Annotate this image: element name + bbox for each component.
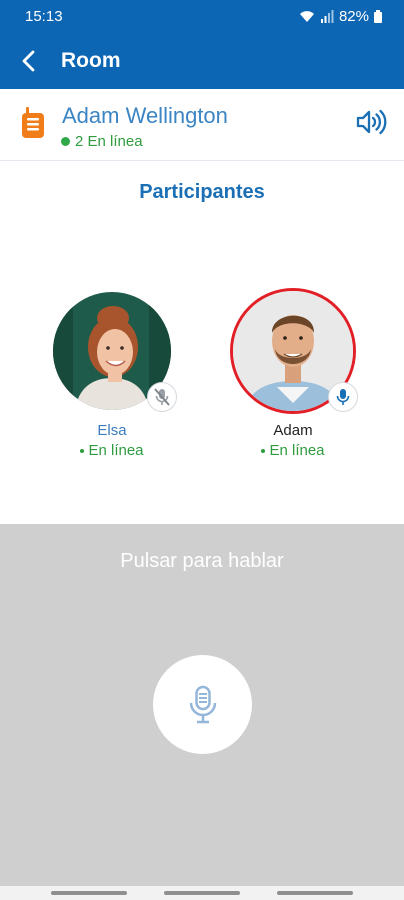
push-to-talk-button[interactable] xyxy=(153,655,252,754)
nav-recents-button[interactable] xyxy=(51,891,127,895)
wifi-icon xyxy=(299,11,314,22)
online-count: 2 En línea xyxy=(61,133,143,150)
page-title: Room xyxy=(61,49,121,72)
back-button[interactable] xyxy=(12,45,44,77)
walkie-talkie-icon xyxy=(22,107,44,138)
participant-status-label: En línea xyxy=(88,442,144,459)
participant-status: En línea xyxy=(223,442,363,459)
battery-icon xyxy=(374,10,382,23)
online-dot-icon xyxy=(61,137,70,146)
channel-header: Adam Wellington 2 En línea xyxy=(0,89,404,161)
speaker-volume-icon xyxy=(356,109,387,135)
mic-muted-badge xyxy=(147,382,177,412)
back-arrow-icon xyxy=(22,50,35,72)
nav-back-button[interactable] xyxy=(277,891,353,895)
status-dot-icon xyxy=(80,449,85,454)
status-bar: 15:13 82% xyxy=(0,0,404,33)
status-icons: 82% xyxy=(299,8,382,25)
push-to-talk-label: Pulsar para hablar xyxy=(120,550,284,572)
mic-icon xyxy=(336,389,350,405)
push-to-talk-panel: Pulsar para hablar xyxy=(0,524,404,886)
nav-home-button[interactable] xyxy=(164,891,240,895)
participant-card[interactable]: Elsa En línea xyxy=(42,290,182,459)
mic-active-badge xyxy=(328,382,358,412)
participant-card[interactable]: Adam En línea xyxy=(223,288,363,459)
status-dot-icon xyxy=(261,449,266,454)
participant-status-label: En línea xyxy=(269,442,325,459)
status-time: 15:13 xyxy=(25,8,63,25)
speaker-button[interactable] xyxy=(356,109,388,140)
system-nav-bar xyxy=(0,886,404,900)
microphone-icon xyxy=(189,685,216,723)
channel-name: Adam Wellington xyxy=(62,103,228,128)
participant-status: En línea xyxy=(42,442,182,459)
battery-level: 82% xyxy=(338,8,369,25)
participant-name: Elsa xyxy=(97,422,127,439)
participants-heading: Participantes xyxy=(139,181,265,203)
app-bar: Room xyxy=(0,33,404,89)
online-count-label: 2 En línea xyxy=(75,133,143,150)
signal-icon xyxy=(320,10,334,23)
mic-muted-icon xyxy=(154,388,170,406)
participant-name: Adam xyxy=(273,422,313,439)
